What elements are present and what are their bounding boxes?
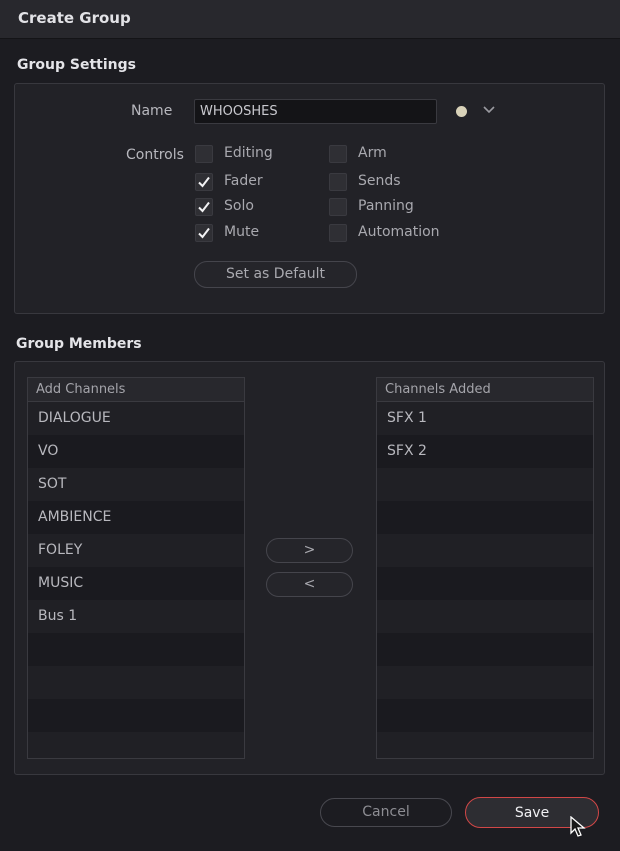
checkmark-icon (198, 201, 210, 213)
channels-added-rows: SFX 1 SFX 2 (377, 402, 593, 758)
add-channels-empty-row (28, 699, 244, 732)
channels-added-empty-row (377, 732, 593, 758)
channels-added-empty-row (377, 567, 593, 600)
checkbox-automation[interactable] (329, 224, 347, 242)
checkbox-label-solo: Solo (224, 198, 254, 214)
mouse-cursor-icon (570, 816, 586, 837)
add-channel-button[interactable]: > (266, 538, 353, 563)
channels-added-list: Channels Added SFX 1 SFX 2 (376, 377, 594, 759)
checkbox-label-mute: Mute (224, 224, 260, 240)
channels-added-empty-row (377, 534, 593, 567)
checkbox-label-panning: Panning (358, 198, 414, 214)
checkbox-label-arm: Arm (358, 145, 387, 161)
checkbox-label-fader: Fader (224, 173, 263, 189)
channels-added-item[interactable]: SFX 1 (377, 402, 593, 435)
add-channels-item[interactable]: MUSIC (28, 567, 244, 600)
channels-added-empty-row (377, 468, 593, 501)
channels-added-item[interactable]: SFX 2 (377, 435, 593, 468)
remove-channel-button[interactable]: < (266, 572, 353, 597)
chevron-down-icon[interactable] (482, 103, 496, 117)
add-channels-item[interactable]: FOLEY (28, 534, 244, 567)
group-members-title: Group Members (16, 336, 142, 352)
add-channels-item[interactable]: AMBIENCE (28, 501, 244, 534)
checkbox-fader[interactable] (195, 173, 213, 191)
checkbox-editing[interactable] (195, 145, 213, 163)
channels-added-empty-row (377, 600, 593, 633)
checkmark-icon (198, 227, 210, 239)
group-settings-title: Group Settings (17, 57, 136, 73)
checkbox-mute[interactable] (195, 224, 213, 242)
set-as-default-button[interactable]: Set as Default (194, 261, 357, 288)
checkbox-sends[interactable] (329, 173, 347, 191)
add-channels-empty-row (28, 732, 244, 758)
channels-added-header: Channels Added (377, 378, 593, 402)
group-color-swatch[interactable] (456, 106, 467, 117)
channels-added-empty-row (377, 699, 593, 732)
add-channels-item[interactable]: VO (28, 435, 244, 468)
add-channels-item[interactable]: Bus 1 (28, 600, 244, 633)
add-channels-rows: DIALOGUE VO SOT AMBIENCE FOLEY MUSIC Bus 1 (28, 402, 244, 758)
checkbox-label-sends: Sends (358, 173, 401, 189)
channels-added-empty-row (377, 666, 593, 699)
checkbox-label-automation: Automation (358, 224, 440, 240)
channels-added-empty-row (377, 501, 593, 534)
add-channels-header: Add Channels (28, 378, 244, 402)
add-channels-empty-row (28, 666, 244, 699)
add-channels-item[interactable]: DIALOGUE (28, 402, 244, 435)
checkmark-icon (198, 176, 210, 188)
channels-added-empty-row (377, 633, 593, 666)
cancel-button[interactable]: Cancel (320, 798, 452, 827)
add-channels-list: Add Channels DIALOGUE VO SOT AMBIENCE FOLEY M… (27, 377, 245, 759)
dialog-title: Create Group (18, 9, 131, 27)
dialog-titlebar: Create Group (0, 0, 620, 39)
group-name-input[interactable] (194, 99, 437, 124)
checkbox-solo[interactable] (195, 198, 213, 216)
controls-label: Controls (126, 147, 184, 163)
checkbox-label-editing: Editing (224, 145, 273, 161)
checkbox-arm[interactable] (329, 145, 347, 163)
add-channels-empty-row (28, 633, 244, 666)
name-label: Name (131, 103, 173, 119)
checkbox-panning[interactable] (329, 198, 347, 216)
add-channels-item[interactable]: SOT (28, 468, 244, 501)
